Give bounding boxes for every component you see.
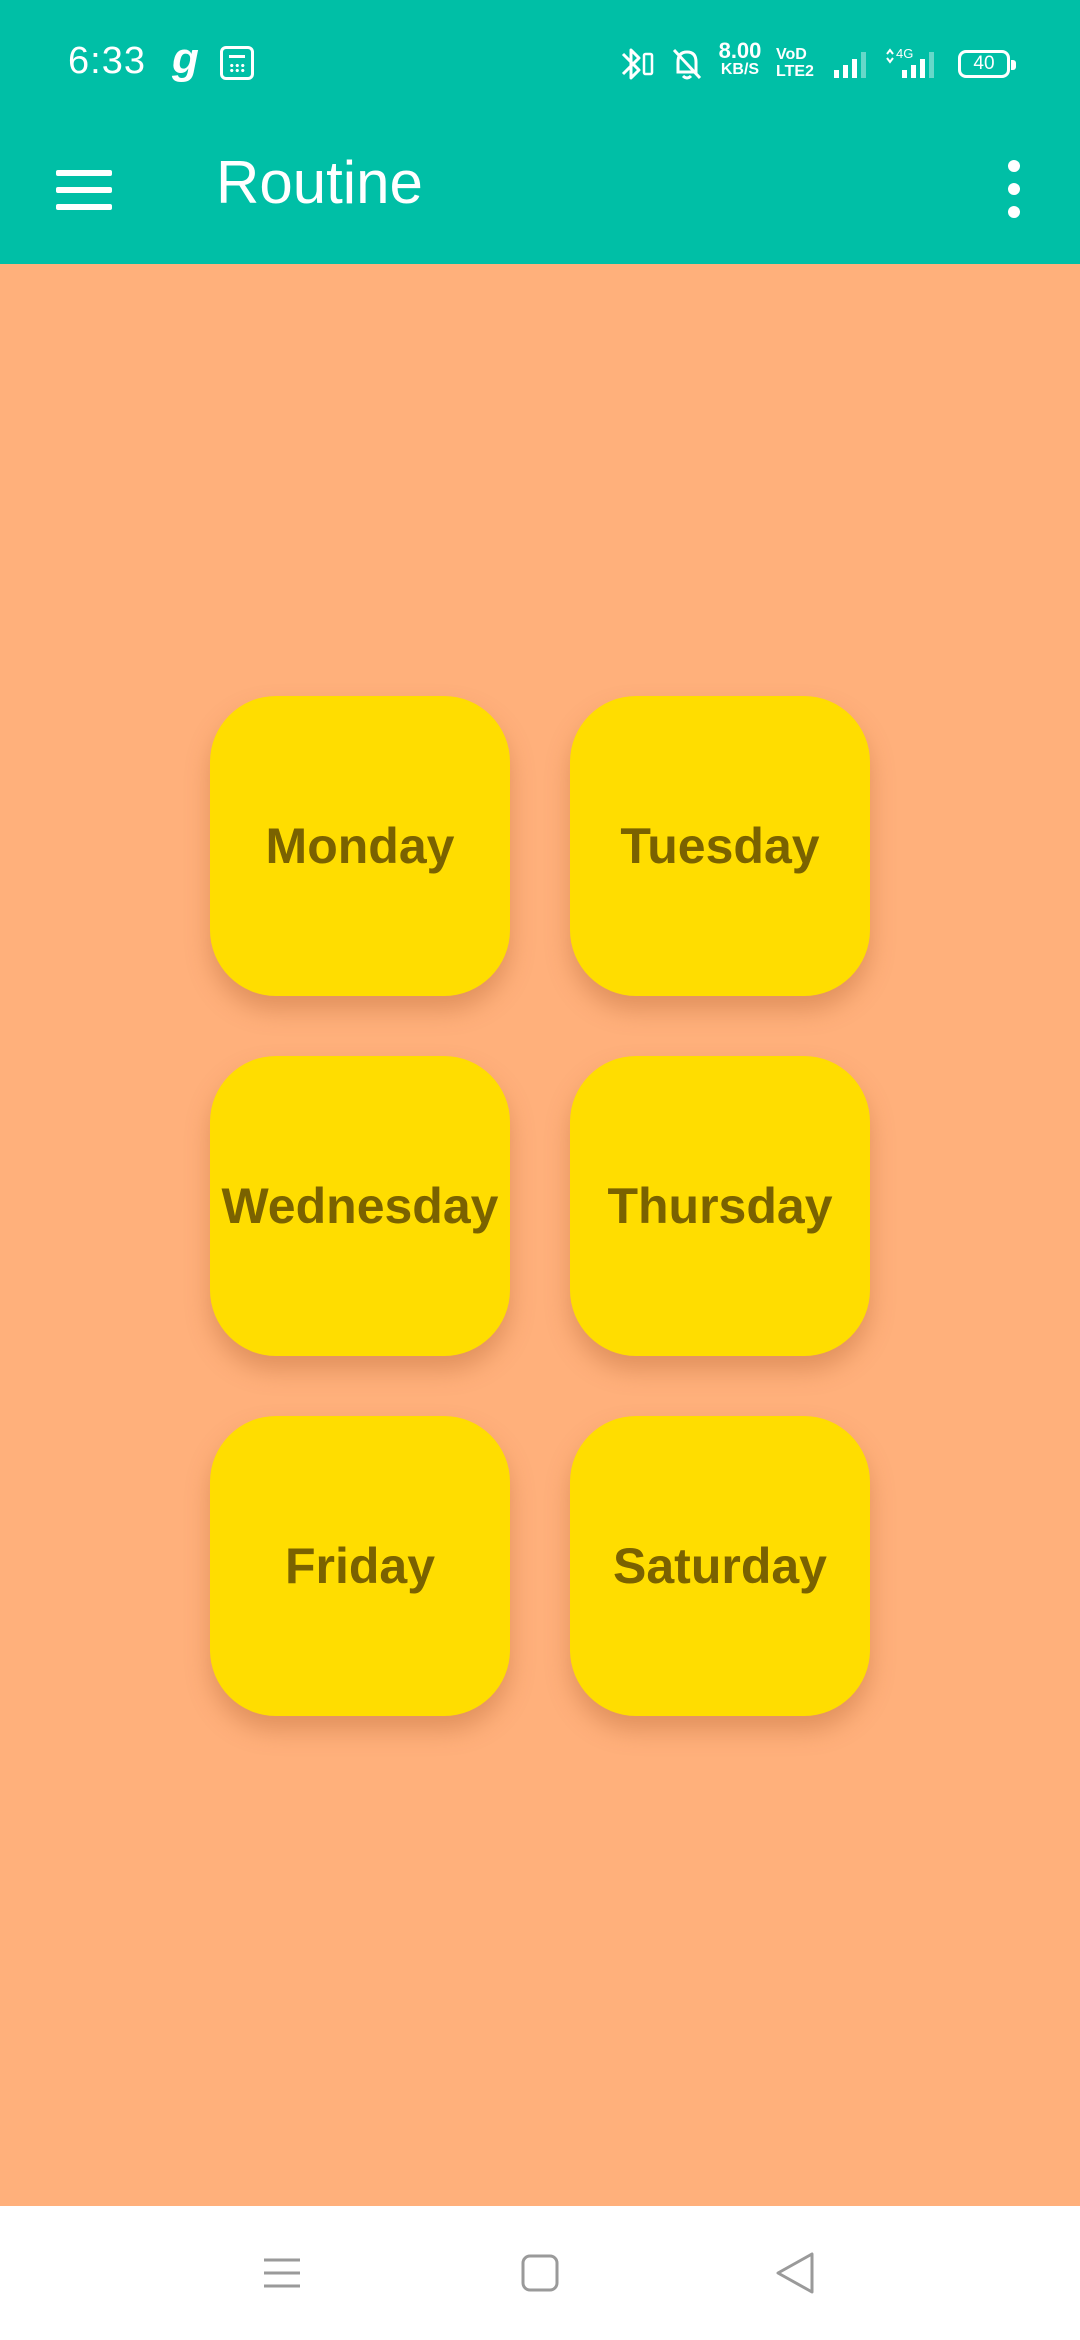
day-card-thursday[interactable]: Thursday (570, 1056, 870, 1356)
day-card-label: Monday (265, 818, 455, 874)
day-card-label: Saturday (613, 1538, 827, 1594)
day-card-label: Thursday (607, 1178, 833, 1234)
day-card-label: Friday (284, 1538, 436, 1594)
day-card-friday[interactable]: Friday (210, 1416, 510, 1716)
system-nav-bar (0, 2206, 1080, 2340)
home-icon[interactable] (505, 2238, 575, 2308)
day-card-saturday[interactable]: Saturday (570, 1416, 870, 1716)
day-card-monday[interactable]: Monday (210, 696, 510, 996)
day-card-tuesday[interactable]: Tuesday (570, 696, 870, 996)
recents-icon[interactable] (247, 2238, 317, 2308)
day-card-label: Tuesday (620, 818, 820, 874)
day-card-wednesday[interactable]: Wednesday (210, 1056, 510, 1356)
back-icon[interactable] (760, 2238, 830, 2308)
day-grid: Monday Tuesday Wednesday Thursday Friday… (0, 0, 1080, 2340)
day-card-label: Wednesday (221, 1178, 499, 1234)
